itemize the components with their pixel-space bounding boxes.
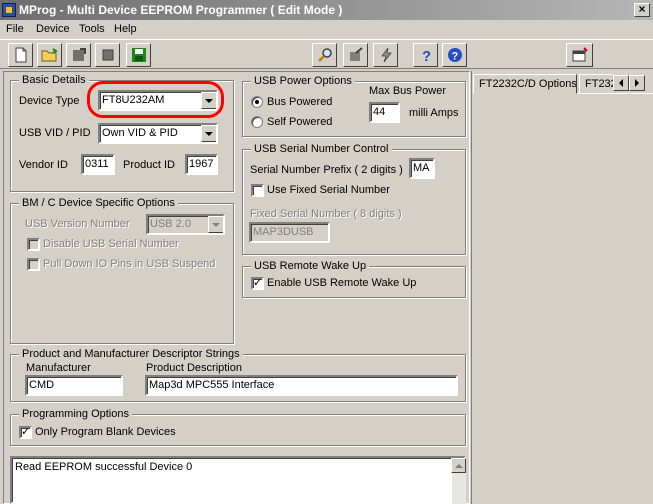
about-icon: ? bbox=[447, 48, 462, 63]
bus-powered-radio[interactable] bbox=[251, 96, 263, 108]
use-fixed-serial-label: Use Fixed Serial Number bbox=[267, 184, 390, 196]
programming-options-title: Programming Options bbox=[19, 408, 132, 420]
vidpid-select[interactable]: Own VID & PID bbox=[98, 123, 218, 144]
log-area[interactable]: Read EEPROM successful Device 0 bbox=[10, 456, 466, 504]
fixed-serial-label: Fixed Serial Number ( 8 digits ) bbox=[250, 208, 402, 220]
vidpid-value: Own VID & PID bbox=[102, 127, 178, 139]
fixed-serial-input[interactable]: MAP3DUSB bbox=[249, 222, 330, 243]
vendor-id-input[interactable]: 0311 bbox=[81, 154, 115, 175]
menu-file[interactable]: File bbox=[6, 23, 24, 35]
help-button[interactable]: ? bbox=[413, 43, 438, 67]
title-bar[interactable]: MProg - Multi Device EEPROM Programmer (… bbox=[0, 0, 653, 20]
milli-amps-label: milli Amps bbox=[409, 107, 459, 119]
erase-button[interactable] bbox=[373, 43, 398, 67]
use-fixed-serial-checkbox[interactable] bbox=[251, 184, 264, 197]
tab-ft2232cd-options[interactable]: FT2232C/D Options bbox=[473, 74, 577, 94]
vidpid-dropdown-button[interactable] bbox=[201, 125, 216, 142]
usb-version-select[interactable]: USB 2.0 bbox=[146, 214, 225, 235]
about-button[interactable]: ? bbox=[442, 43, 467, 67]
disable-serial-label: Disable USB Serial Number bbox=[43, 238, 179, 250]
new-icon bbox=[15, 47, 26, 63]
edit-icon bbox=[72, 48, 86, 61]
tab-scroll-left-button[interactable] bbox=[613, 75, 629, 91]
usb-version-dropdown-button[interactable] bbox=[208, 216, 223, 233]
tab-underline bbox=[577, 93, 653, 94]
app-icon bbox=[2, 3, 16, 17]
svg-text:?: ? bbox=[422, 48, 431, 63]
svg-text:?: ? bbox=[451, 51, 458, 63]
enable-remote-wake-checkbox[interactable]: ✓ bbox=[251, 277, 264, 290]
bmc-options-title: BM / C Device Specific Options bbox=[19, 197, 178, 209]
scroll-up-button[interactable] bbox=[451, 458, 466, 473]
window-icon bbox=[572, 47, 588, 62]
close-button[interactable]: × bbox=[634, 3, 650, 17]
chevron-down-icon bbox=[212, 222, 220, 227]
open-icon bbox=[41, 48, 58, 62]
product-description-input[interactable]: Map3d MPC555 Interface bbox=[145, 375, 458, 396]
max-bus-power-label: Max Bus Power bbox=[369, 85, 447, 97]
only-blank-checkbox[interactable]: ✓ bbox=[19, 426, 32, 439]
chevron-down-icon bbox=[205, 131, 213, 136]
self-powered-radio[interactable] bbox=[251, 116, 263, 128]
manufacturer-label: Manufacturer bbox=[26, 362, 91, 374]
only-blank-label: Only Program Blank Devices bbox=[35, 426, 176, 438]
edit-button[interactable] bbox=[66, 43, 91, 67]
search-icon bbox=[317, 48, 332, 62]
log-line: Read EEPROM successful Device 0 bbox=[15, 461, 193, 473]
device-type-label: Device Type bbox=[19, 95, 80, 107]
product-description-label: Product Description bbox=[146, 362, 242, 374]
serial-control-title: USB Serial Number Control bbox=[251, 143, 392, 155]
help-icon: ? bbox=[422, 48, 431, 63]
basic-details-title: Basic Details bbox=[19, 74, 89, 86]
vendor-id-label: Vendor ID bbox=[19, 159, 68, 171]
program-icon bbox=[349, 47, 363, 61]
descriptor-strings-title: Product and Manufacturer Descriptor Stri… bbox=[19, 348, 243, 360]
tab-scroll-right-button[interactable] bbox=[629, 75, 645, 91]
open-button[interactable] bbox=[37, 43, 62, 67]
chevron-right-icon bbox=[635, 79, 639, 87]
disable-serial-checkbox[interactable] bbox=[27, 238, 40, 251]
chevron-left-icon bbox=[619, 79, 623, 87]
usb-version-value: USB 2.0 bbox=[150, 218, 191, 230]
max-bus-power-input[interactable]: 44 bbox=[369, 102, 400, 123]
enable-remote-wake-label: Enable USB Remote Wake Up bbox=[267, 277, 417, 289]
serial-prefix-input[interactable]: MA bbox=[409, 158, 435, 179]
manufacturer-input[interactable]: CMD bbox=[25, 375, 123, 396]
save-button[interactable] bbox=[126, 43, 151, 67]
menu-device[interactable]: Device bbox=[36, 23, 70, 35]
remote-wake-title: USB Remote Wake Up bbox=[251, 260, 370, 272]
menu-bar: File Device Tools Help bbox=[0, 21, 653, 39]
check-icon: ✓ bbox=[253, 277, 263, 289]
program-button[interactable] bbox=[343, 43, 368, 67]
window-title: MProg - Multi Device EEPROM Programmer (… bbox=[19, 3, 343, 17]
menu-help[interactable]: Help bbox=[114, 23, 137, 35]
chevron-up-icon bbox=[454, 463, 463, 468]
new-button[interactable] bbox=[8, 43, 33, 67]
red-highlight-circle bbox=[87, 81, 224, 118]
self-powered-label: Self Powered bbox=[267, 116, 333, 128]
menu-tools[interactable]: Tools bbox=[79, 23, 105, 35]
save-icon bbox=[131, 48, 146, 62]
erase-icon bbox=[380, 47, 392, 63]
stop-icon bbox=[102, 49, 113, 61]
check-icon: ✓ bbox=[21, 426, 31, 438]
power-options-title: USB Power Options bbox=[251, 75, 355, 87]
product-id-input[interactable]: 1967 bbox=[185, 154, 218, 175]
tab-ft232[interactable]: FT232 bbox=[579, 74, 613, 94]
window-button[interactable] bbox=[566, 43, 593, 67]
serial-prefix-label: Serial Number Prefix ( 2 digits ) bbox=[250, 164, 403, 176]
stop-button[interactable] bbox=[95, 43, 120, 67]
vidpid-label: USB VID / PID bbox=[19, 127, 91, 139]
toolbar: ? ? bbox=[0, 39, 653, 69]
bus-powered-label: Bus Powered bbox=[267, 96, 333, 108]
right-panel bbox=[471, 71, 653, 504]
pull-down-label: Pull Down IO Pins in USB Suspend bbox=[43, 258, 216, 270]
pull-down-checkbox[interactable] bbox=[27, 258, 40, 271]
log-scrollbar[interactable] bbox=[451, 458, 466, 504]
search-button[interactable] bbox=[312, 43, 337, 67]
product-id-label: Product ID bbox=[123, 159, 175, 171]
usb-version-label: USB Version Number bbox=[25, 218, 130, 230]
radio-selected-dot bbox=[255, 100, 259, 104]
